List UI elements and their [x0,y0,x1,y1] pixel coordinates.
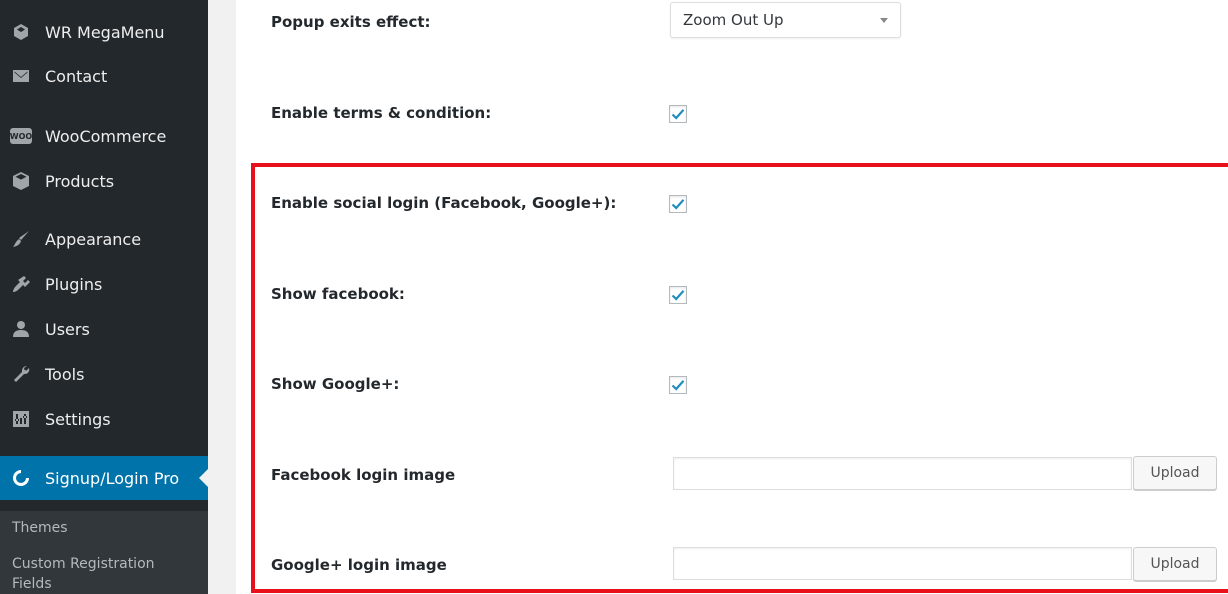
sidebar-item-users[interactable]: Users [0,309,208,349]
facebook-upload-button[interactable]: Upload [1133,456,1217,490]
admin-sidebar: WR MegaMenu Contact WOO WooCommerce Prod… [0,0,208,594]
popup-exits-effect-select[interactable]: Zoom Out Up [670,2,901,38]
show-google-checkbox[interactable] [669,376,687,394]
facebook-login-image-input[interactable] [673,457,1132,490]
sidebar-item-woocommerce[interactable]: WOO WooCommerce [0,116,208,156]
checkmark-icon [671,380,685,391]
paintbrush-icon [10,228,32,250]
sidebar-item-label: Contact [45,66,108,86]
checkmark-icon [671,199,685,210]
facebook-login-image-label: Facebook login image [271,466,456,484]
google-login-image-label: Google+ login image [271,556,447,574]
plugin-icon [10,273,32,295]
checkmark-icon [671,290,685,301]
settings-icon [10,408,32,430]
sidebar-item-label: WR MegaMenu [45,22,165,42]
sidebar-item-label: Plugins [45,274,103,294]
sidebar-item-label: Settings [45,409,111,429]
wrench-icon [10,363,32,385]
megamenu-icon [10,21,32,43]
signup-login-icon [10,467,32,489]
sidebar-item-plugins[interactable]: Plugins [0,264,208,304]
sidebar-item-label: Tools [45,364,85,384]
woocommerce-icon: WOO [10,125,32,147]
sidebar-item-appearance[interactable]: Appearance [0,219,208,259]
show-google-label: Show Google+: [271,375,400,393]
sidebar-item-contact[interactable]: Contact [0,56,208,96]
sidebar-item-signup-login-pro[interactable]: Signup/Login Pro [0,456,208,500]
enable-social-login-label: Enable social login (Facebook, Google+): [271,194,617,212]
checkmark-icon [671,109,685,120]
sidebar-item-settings[interactable]: Settings [0,399,208,439]
woocommerce-badge: WOO [10,128,32,144]
sidebar-item-wr-megamenu[interactable]: WR MegaMenu [0,12,208,52]
popup-exits-effect-value: Zoom Out Up [683,11,784,29]
sidebar-item-products[interactable]: Products [0,161,208,201]
sidebar-item-label: Products [45,171,115,191]
settings-form: Popup exits effect: Zoom Out Up Enable t… [236,0,1228,594]
show-facebook-checkbox[interactable] [669,286,687,304]
sidebar-item-tools[interactable]: Tools [0,354,208,394]
enable-terms-label: Enable terms & condition: [271,104,492,122]
popup-exits-effect-label: Popup exits effect: [271,13,431,31]
envelope-icon [10,65,32,87]
chevron-down-icon [880,18,888,23]
sidebar-submenu: Themes Custom Registration Fields [0,511,208,594]
enable-social-login-checkbox[interactable] [669,195,687,213]
google-login-image-input[interactable] [673,547,1132,580]
google-upload-button[interactable]: Upload [1133,547,1217,581]
sidebar-item-label: Appearance [45,229,142,249]
sidebar-item-label: Users [45,319,90,339]
submenu-item-fields[interactable]: Fields [12,574,52,594]
submenu-item-custom-registration[interactable]: Custom Registration [12,554,155,574]
sidebar-item-label: Signup/Login Pro [45,468,180,488]
user-icon [10,318,32,340]
enable-terms-checkbox[interactable] [669,105,687,123]
submenu-item-themes[interactable]: Themes [12,518,68,538]
box-icon [10,170,32,192]
sidebar-item-label: WooCommerce [45,126,167,146]
show-facebook-label: Show facebook: [271,285,405,303]
active-indicator-arrow [199,469,208,487]
